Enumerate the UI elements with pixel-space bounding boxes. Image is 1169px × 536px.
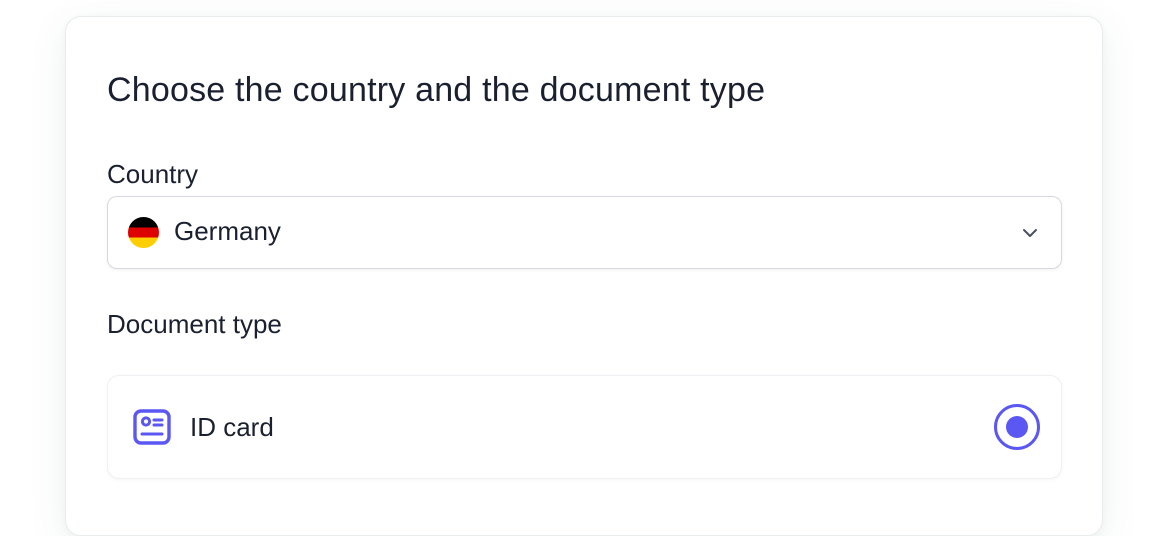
document-option-label: ID card: [190, 412, 274, 442]
page-title: Choose the country and the document type: [107, 71, 766, 109]
document-type-label: Document type: [107, 309, 282, 339]
radio-selected-dot: [1006, 416, 1028, 438]
country-label: Country: [107, 159, 199, 189]
chevron-down-icon: [1023, 229, 1037, 237]
id-card-radio[interactable]: [994, 404, 1040, 450]
document-option-id-card[interactable]: ID card: [107, 375, 1062, 479]
id-card-icon: [133, 409, 171, 445]
document-selection-card: Choose the country and the document type…: [65, 16, 1103, 536]
country-select-value: Germany: [174, 216, 281, 246]
country-select[interactable]: Germany: [107, 196, 1062, 269]
germany-flag-icon: [128, 217, 159, 248]
